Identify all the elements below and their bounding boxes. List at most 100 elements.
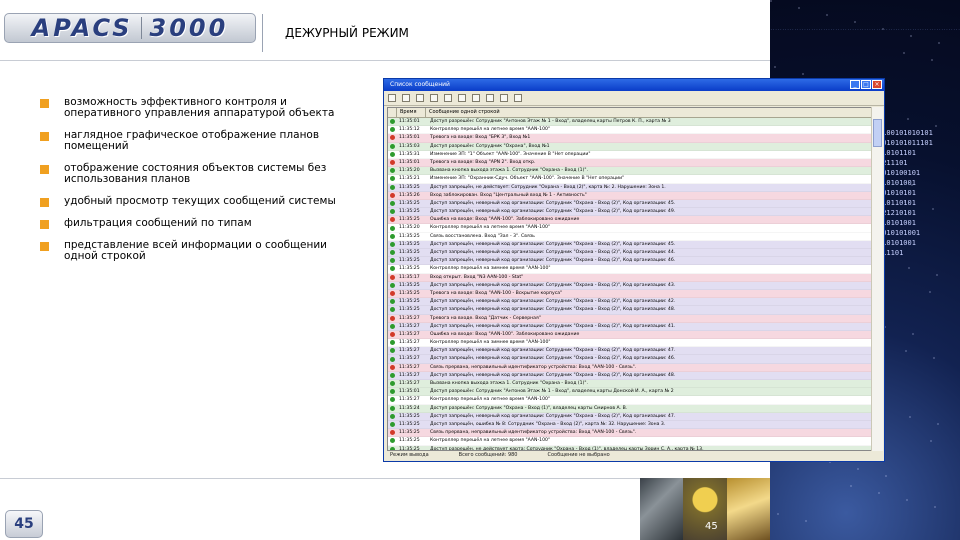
table-row[interactable]: 11:35:21 Изменение ЗП: "Охранник-Сдуч. Об… <box>388 175 872 184</box>
table-row[interactable]: 11:35:27 Вызвана кнопка выхода этажа 1. С… <box>388 380 872 389</box>
row-time: 11:35:21 <box>399 176 420 182</box>
table-row[interactable]: 11:35:25 Доступ запрещён, неверный код ор… <box>388 199 872 209</box>
bullet-square-icon <box>40 99 49 108</box>
table-row[interactable]: 11:35:27 Ошибка на входе: Вход "AAN-100".… <box>388 330 872 340</box>
table-row[interactable]: 11:35:25 Связь прервана, неправильный иде… <box>388 429 872 438</box>
table-row[interactable]: 11:35:27 Доступ запрещён, неверный код ор… <box>388 347 872 356</box>
table-row[interactable]: 11:35:26 Вход заблокирован. Вход "Централ… <box>388 191 872 200</box>
star-dot <box>938 42 940 44</box>
toolbar-button-icon[interactable] <box>500 94 508 102</box>
table-row[interactable]: 11:35:01 Доступ разрешён: Сотрудник "Анто… <box>388 118 872 127</box>
feature-text: удобный просмотр текущих сообщений систе… <box>64 195 336 207</box>
toolbar-button-icon[interactable] <box>514 94 522 102</box>
toolbar-button-icon[interactable] <box>444 94 452 102</box>
row-time: 11:35:25 <box>399 438 420 444</box>
toolbar-button-icon[interactable] <box>430 94 438 102</box>
row-message: Контроллер перешёл на летнее время "AAN-… <box>430 438 551 444</box>
star-dot <box>857 468 859 470</box>
row-message: Доступ запрещён, неверный код организаци… <box>430 241 676 247</box>
feature-text: фильтрация сообщений по типам <box>64 217 252 229</box>
header-rule <box>0 60 770 61</box>
star-dot <box>850 485 852 487</box>
row-time: 11:35:25 <box>399 413 420 419</box>
status-bar: Режим вывода Всего сообщений: 980 Сообще… <box>384 450 884 461</box>
page-title: ДЕЖУРНЫЙ РЕЖИМ <box>285 26 409 40</box>
star-dot <box>854 21 856 23</box>
status-icon <box>388 257 397 264</box>
toolbar-button-icon[interactable] <box>458 94 466 102</box>
table-row[interactable]: 11:35:25 Доступ запрещён, неверный код ор… <box>388 257 872 266</box>
apacs-logo: APACS 3000 <box>4 13 256 43</box>
row-time: 11:35:27 <box>399 331 420 337</box>
maximize-icon[interactable]: □ <box>861 80 871 89</box>
table-row[interactable]: 11:35:01 Тревога на входе: Вход "БРК 3", … <box>388 134 872 143</box>
status-icon <box>388 306 397 313</box>
toolbar-button-icon[interactable] <box>472 94 480 102</box>
toolbar-button-icon[interactable] <box>402 94 410 102</box>
table-row[interactable]: 11:35:25 Доступ запрещён, ошибка № 8: Сот… <box>388 420 872 430</box>
table-row[interactable]: 11:35:03 Доступ разрешён: Сотрудник "Охра… <box>388 142 872 151</box>
row-message: Доступ запрещён, неверный код организаци… <box>430 258 676 264</box>
scrollbar-thumb[interactable] <box>873 119 882 147</box>
row-message: Доступ запрещён, не действует: Сотрудник… <box>430 184 666 190</box>
toolbar-button-icon[interactable] <box>486 94 494 102</box>
window-titlebar[interactable]: Список сообщений _ □ × <box>384 79 884 91</box>
table-row[interactable]: 11:35:24 Доступ разрешён: Сотрудник "Охра… <box>388 404 872 413</box>
toolbar-button-icon[interactable] <box>416 94 424 102</box>
messages-table: Время Сообщение одной строкой 11:35:01 До… <box>387 107 873 451</box>
table-row[interactable]: 11:35:27 Тревога на входе. Вход "Датчик -… <box>388 314 872 323</box>
row-message: Вход открыт. Вход "N3 AAN-100 - Stat" <box>430 274 524 280</box>
vertical-scrollbar[interactable] <box>871 107 883 451</box>
table-row[interactable]: 11:35:27 Связь прервана, неправильный иде… <box>388 363 872 372</box>
table-row[interactable]: 11:35:25 Доступ запрещён, неверный код ор… <box>388 240 872 249</box>
star-dot <box>935 125 937 127</box>
status-icon <box>388 429 397 436</box>
row-time: 11:35:27 <box>399 315 420 321</box>
star-dot <box>882 28 884 30</box>
table-row[interactable]: 11:35:25 Контроллер перешёл на зимнее вре… <box>388 265 872 274</box>
table-row[interactable]: 11:35:27 Контроллер перешёл на летнее вре… <box>388 396 872 405</box>
minimize-icon[interactable]: _ <box>850 80 860 89</box>
column-header-message[interactable]: Сообщение одной строкой <box>426 108 872 117</box>
table-row[interactable]: 11:35:25 Доступ запрещён, неверный код ор… <box>388 249 872 258</box>
table-row[interactable]: 11:35:25 Ошибка на входе: Вход "AAN-100".… <box>388 216 872 225</box>
star-dot <box>932 208 934 210</box>
column-header-time[interactable]: Время <box>397 108 426 117</box>
table-row[interactable]: 11:35:01 Доступ разрешён: Сотрудник "Анто… <box>388 388 872 397</box>
row-message: Контроллер перешёл на зимнее время "AAN-… <box>430 266 551 272</box>
table-row[interactable]: 11:35:17 Вход открыт. Вход "N3 AAN-100 - … <box>388 273 872 282</box>
table-row[interactable]: 11:35:20 Вызвана кнопка выхода этажа 1. С… <box>388 167 872 176</box>
table-row[interactable]: 11:35:25 Тревога на входе: Вход "AAN-100 … <box>388 289 872 299</box>
status-selection: Сообщение не выбрано <box>547 452 610 458</box>
star-dot <box>878 492 880 494</box>
table-row[interactable]: 11:35:27 Контроллер перешёл на зимнее вре… <box>388 339 872 348</box>
row-time: 11:35:25 <box>399 217 420 223</box>
toolbar-button-icon[interactable] <box>388 94 396 102</box>
table-row[interactable]: 11:35:25 Доступ запрещён, не действует: С… <box>388 183 872 192</box>
row-time: 11:35:27 <box>399 372 420 378</box>
close-icon[interactable]: × <box>872 80 882 89</box>
table-row[interactable]: 11:35:20 Контроллер перешёл на летнее вре… <box>388 224 872 233</box>
binary-line: N10110101 <box>878 199 916 207</box>
row-message: Тревога на входе: Вход "APN 2". Вход отк… <box>430 159 536 165</box>
table-row[interactable]: 11:35:25 Доступ запрещён, неверный код ор… <box>388 412 872 421</box>
row-message: Доступ запрещён, неверный код организаци… <box>430 282 676 288</box>
table-row[interactable]: 11:35:01 Тревога на входе: Вход "APN 2". … <box>388 158 872 168</box>
table-row[interactable]: 11:35:27 Доступ запрещён, неверный код ор… <box>388 371 872 380</box>
table-row[interactable]: 11:35:27 Доступ запрещён, неверный код ор… <box>388 355 872 364</box>
table-row[interactable]: 11:35:25 Доступ запрещён, неверный код ор… <box>388 306 872 315</box>
table-row[interactable]: 11:35:25 Доступ запрещён, неверный код ор… <box>388 298 872 307</box>
table-row[interactable]: 11:35:25 Доступ запрещён, неверный код ор… <box>388 208 872 217</box>
row-time: 11:35:20 <box>399 225 420 231</box>
table-row[interactable]: 11:35:31 Изменение ЗП: "1" Объект "AAN-10… <box>388 150 872 159</box>
messages-window: Список сообщений _ □ × Время Сообщение о… <box>383 78 885 462</box>
row-time: 11:35:25 <box>399 258 420 264</box>
table-row[interactable]: 11:35:25 Контроллер перешёл на летнее вре… <box>388 437 872 446</box>
status-icon <box>388 331 397 338</box>
table-row[interactable]: 11:35:25 Доступ запрещён, неверный код ор… <box>388 281 872 290</box>
table-row[interactable]: 11:35:27 Доступ запрещён, неверный код ор… <box>388 322 872 331</box>
table-row[interactable]: 11:35:12 Контроллер перешёл на летнее вре… <box>388 126 872 135</box>
feature-text: наглядное графическое отображение планов… <box>64 129 320 152</box>
feature-item: наглядное графическое отображение планов… <box>40 130 340 152</box>
table-row[interactable]: 11:35:25 Связь восстановлена. Вход "Зал -… <box>388 232 872 241</box>
